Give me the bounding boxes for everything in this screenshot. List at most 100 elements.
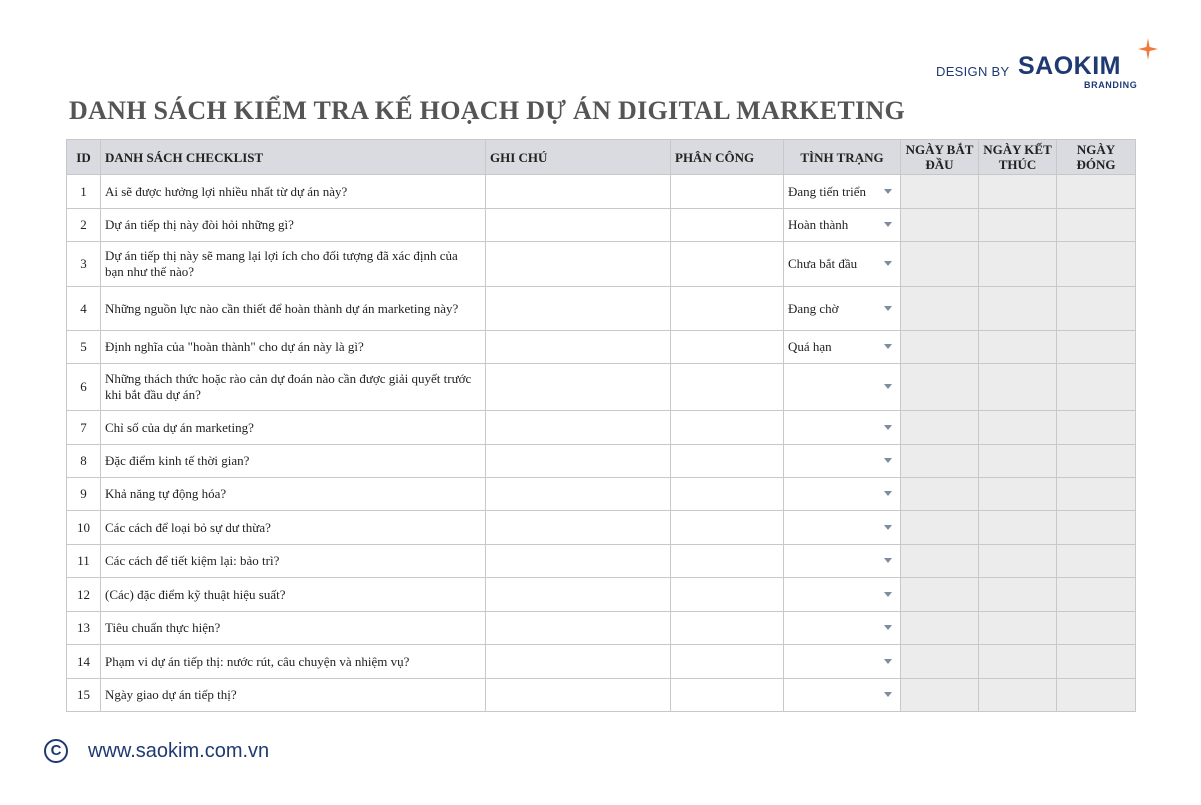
close-date-cell[interactable] [1056,544,1136,578]
assign-cell[interactable] [670,174,784,209]
end-date-cell[interactable] [978,286,1057,331]
end-date-cell[interactable] [978,410,1057,445]
assign-cell[interactable] [670,577,784,612]
start-date-cell[interactable] [900,241,979,287]
assign-cell[interactable] [670,330,784,364]
start-date-cell[interactable] [900,286,979,331]
dropdown-arrow-icon[interactable] [884,491,892,496]
close-date-cell[interactable] [1056,611,1136,645]
note-cell[interactable] [485,644,671,679]
end-date-cell[interactable] [978,174,1057,209]
dropdown-arrow-icon[interactable] [884,188,892,194]
note-cell[interactable] [485,444,671,478]
assign-cell[interactable] [670,286,784,331]
start-date-cell[interactable] [900,444,979,478]
close-date-cell[interactable] [1056,174,1136,209]
assign-cell[interactable] [670,611,784,645]
dropdown-arrow-icon[interactable] [884,424,892,430]
note-cell[interactable] [485,510,671,545]
status-dropdown[interactable] [783,644,901,679]
dropdown-arrow-icon[interactable] [884,625,892,630]
start-date-cell[interactable] [900,577,979,612]
note-cell[interactable] [485,678,671,712]
status-dropdown[interactable]: Đang chờ [783,286,901,331]
assign-cell[interactable] [670,208,784,242]
note-cell[interactable] [485,544,671,578]
close-date-cell[interactable] [1056,410,1136,445]
dropdown-arrow-icon[interactable] [884,458,892,463]
note-cell[interactable] [485,577,671,612]
note-cell[interactable] [485,330,671,364]
start-date-cell[interactable] [900,174,979,209]
status-dropdown[interactable] [783,678,901,712]
close-date-cell[interactable] [1056,577,1136,612]
status-dropdown[interactable] [783,510,901,545]
start-date-cell[interactable] [900,678,979,712]
dropdown-arrow-icon[interactable] [884,384,892,389]
status-dropdown[interactable] [783,544,901,578]
assign-cell[interactable] [670,444,784,478]
note-cell[interactable] [485,410,671,445]
start-date-cell[interactable] [900,330,979,364]
status-dropdown[interactable] [783,477,901,511]
close-date-cell[interactable] [1056,241,1136,287]
note-cell[interactable] [485,286,671,331]
status-dropdown[interactable] [783,444,901,478]
end-date-cell[interactable] [978,644,1057,679]
close-date-cell[interactable] [1056,644,1136,679]
dropdown-arrow-icon[interactable] [884,344,892,349]
status-dropdown[interactable]: Đang tiến triển [783,174,901,209]
dropdown-arrow-icon[interactable] [884,261,892,266]
end-date-cell[interactable] [978,510,1057,545]
end-date-cell[interactable] [978,330,1057,364]
end-date-cell[interactable] [978,477,1057,511]
end-date-cell[interactable] [978,611,1057,645]
end-date-cell[interactable] [978,241,1057,287]
assign-cell[interactable] [670,510,784,545]
close-date-cell[interactable] [1056,208,1136,242]
assign-cell[interactable] [670,363,784,411]
status-dropdown[interactable]: Chưa bắt đầu [783,241,901,287]
note-cell[interactable] [485,208,671,242]
start-date-cell[interactable] [900,644,979,679]
end-date-cell[interactable] [978,208,1057,242]
start-date-cell[interactable] [900,410,979,445]
note-cell[interactable] [485,363,671,411]
dropdown-arrow-icon[interactable] [884,524,892,530]
assign-cell[interactable] [670,241,784,287]
status-dropdown[interactable] [783,577,901,612]
start-date-cell[interactable] [900,208,979,242]
assign-cell[interactable] [670,644,784,679]
status-dropdown[interactable] [783,410,901,445]
dropdown-arrow-icon[interactable] [884,305,892,311]
start-date-cell[interactable] [900,544,979,578]
note-cell[interactable] [485,241,671,287]
start-date-cell[interactable] [900,363,979,411]
status-dropdown[interactable]: Hoàn thành [783,208,901,242]
note-cell[interactable] [485,477,671,511]
close-date-cell[interactable] [1056,286,1136,331]
end-date-cell[interactable] [978,544,1057,578]
assign-cell[interactable] [670,678,784,712]
end-date-cell[interactable] [978,678,1057,712]
end-date-cell[interactable] [978,577,1057,612]
dropdown-arrow-icon[interactable] [884,692,892,697]
note-cell[interactable] [485,611,671,645]
end-date-cell[interactable] [978,363,1057,411]
start-date-cell[interactable] [900,477,979,511]
close-date-cell[interactable] [1056,510,1136,545]
assign-cell[interactable] [670,410,784,445]
website-link[interactable]: www.saokim.com.vn [88,740,269,763]
assign-cell[interactable] [670,477,784,511]
close-date-cell[interactable] [1056,477,1136,511]
start-date-cell[interactable] [900,510,979,545]
close-date-cell[interactable] [1056,678,1136,712]
dropdown-arrow-icon[interactable] [884,658,892,664]
dropdown-arrow-icon[interactable] [884,222,892,227]
close-date-cell[interactable] [1056,444,1136,478]
dropdown-arrow-icon[interactable] [884,591,892,597]
close-date-cell[interactable] [1056,363,1136,411]
assign-cell[interactable] [670,544,784,578]
start-date-cell[interactable] [900,611,979,645]
status-dropdown[interactable] [783,611,901,645]
